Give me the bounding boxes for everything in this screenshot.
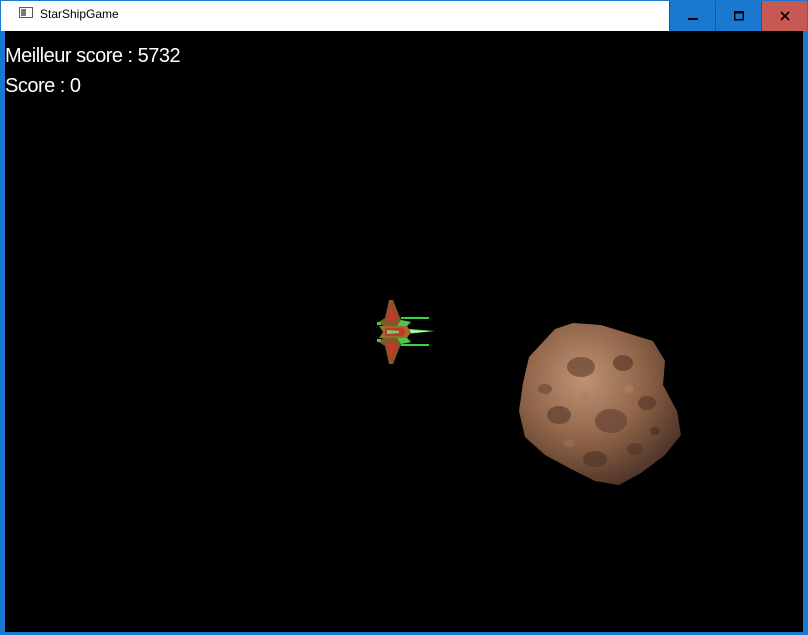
close-icon: [779, 11, 790, 21]
minimize-icon: [687, 18, 698, 20]
minimize-button[interactable]: [669, 1, 715, 31]
title-bar[interactable]: StarShipGame: [1, 1, 807, 31]
hud: Meilleur score : 5732 Score : 0: [5, 41, 181, 101]
best-score-line: Meilleur score : 5732: [5, 45, 181, 67]
starship-sprite: [377, 300, 435, 364]
close-button[interactable]: [761, 1, 807, 31]
app-icon[interactable]: [19, 7, 33, 18]
maximize-icon: [733, 11, 744, 21]
asteroid-sprite: [519, 323, 681, 485]
game-window: StarShipGame Meilleur score : 5732 Score…: [0, 0, 808, 635]
maximize-button[interactable]: [715, 1, 761, 31]
best-score-label: Meilleur score: [5, 45, 123, 67]
window-controls: [669, 1, 807, 31]
game-canvas[interactable]: Meilleur score : 5732 Score : 0: [5, 31, 803, 632]
score-label: Score: [5, 75, 55, 97]
window-title: StarShipGame: [40, 7, 119, 21]
best-score-value: 5732: [137, 45, 181, 67]
score-line: Score : 0: [5, 75, 81, 97]
score-value: 0: [69, 75, 81, 97]
